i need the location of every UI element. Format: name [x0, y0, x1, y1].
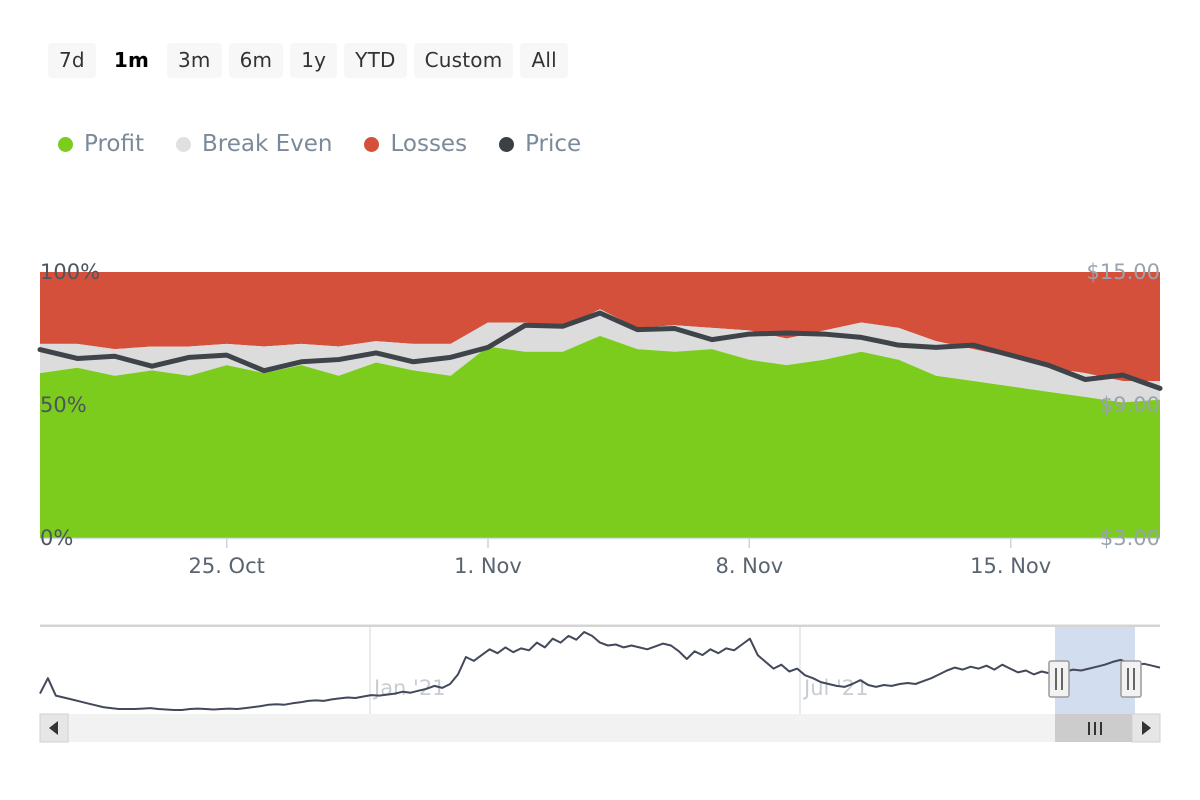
- chart-page: 7d 1m 3m 6m 1y YTD Custom All Profit Bre…: [0, 0, 1200, 800]
- x-axis-ticks: [225, 538, 1012, 548]
- scrollbar-track[interactable]: [40, 714, 1160, 742]
- x-axis-label: 25. Oct: [188, 554, 264, 578]
- legend-label-profit: Profit: [84, 131, 144, 157]
- profit-swatch-icon: [58, 137, 73, 152]
- x-axis-label: 1. Nov: [454, 554, 522, 578]
- range-button-6m[interactable]: 6m: [228, 43, 284, 78]
- x-axis-labels: 25. Oct 1. Nov 8. Nov 15. Nov: [188, 554, 1051, 578]
- range-button-1m[interactable]: 1m: [102, 43, 160, 78]
- navigator[interactable]: Jan '21 Jul '21: [0, 612, 1200, 752]
- navigator-handle-left[interactable]: [1048, 660, 1070, 698]
- legend-item-break-even[interactable]: Break Even: [176, 133, 332, 156]
- legend-label-losses: Losses: [390, 131, 468, 157]
- range-selector: 7d 1m 3m 6m 1y YTD Custom All: [48, 43, 568, 78]
- legend-label-break-even: Break Even: [202, 131, 333, 157]
- y-axis-label: 50%: [40, 393, 87, 417]
- navigator-axis-label: Jan '21: [372, 676, 446, 700]
- y-axis-label: 100%: [40, 260, 100, 284]
- price-axis-label: $9.00: [1100, 393, 1160, 417]
- range-button-7d[interactable]: 7d: [48, 43, 96, 78]
- navigator-axis-label: Jul '21: [802, 676, 869, 700]
- x-axis-label: 8. Nov: [715, 554, 783, 578]
- legend-label-price: Price: [525, 131, 582, 157]
- losses-swatch-icon: [364, 137, 380, 152]
- range-button-ytd[interactable]: YTD: [344, 43, 407, 78]
- legend-item-price[interactable]: Price: [499, 133, 581, 156]
- range-button-all[interactable]: All: [520, 43, 568, 78]
- legend-item-profit[interactable]: Profit: [58, 133, 144, 156]
- scrollbar-left-arrow-icon[interactable]: [39, 713, 69, 743]
- break-even-swatch-icon: [176, 137, 191, 152]
- range-button-custom[interactable]: Custom: [413, 43, 514, 78]
- range-button-3m[interactable]: 3m: [166, 43, 222, 78]
- x-axis-label: 15. Nov: [970, 554, 1051, 578]
- main-chart-plot[interactable]: 0% 50% 100% $3.00 $9.00 $15.00 25. Oct 1. Nov…: [0, 230, 1200, 600]
- price-axis-label: $15.00: [1087, 260, 1160, 284]
- price-axis-label: $3.00: [1100, 526, 1160, 550]
- scrollbar-thumb[interactable]: [1055, 714, 1135, 742]
- navigator-background[interactable]: [40, 627, 1160, 715]
- chart-legend: Profit Break Even Losses Price: [58, 133, 581, 156]
- price-swatch-icon: [499, 137, 515, 152]
- navigator-handle-right[interactable]: [1120, 660, 1142, 698]
- legend-item-losses[interactable]: Losses: [364, 133, 467, 156]
- y-axis-label: 0%: [40, 526, 73, 550]
- scrollbar-right-arrow-icon[interactable]: [1131, 713, 1161, 743]
- range-button-1y[interactable]: 1y: [290, 43, 338, 78]
